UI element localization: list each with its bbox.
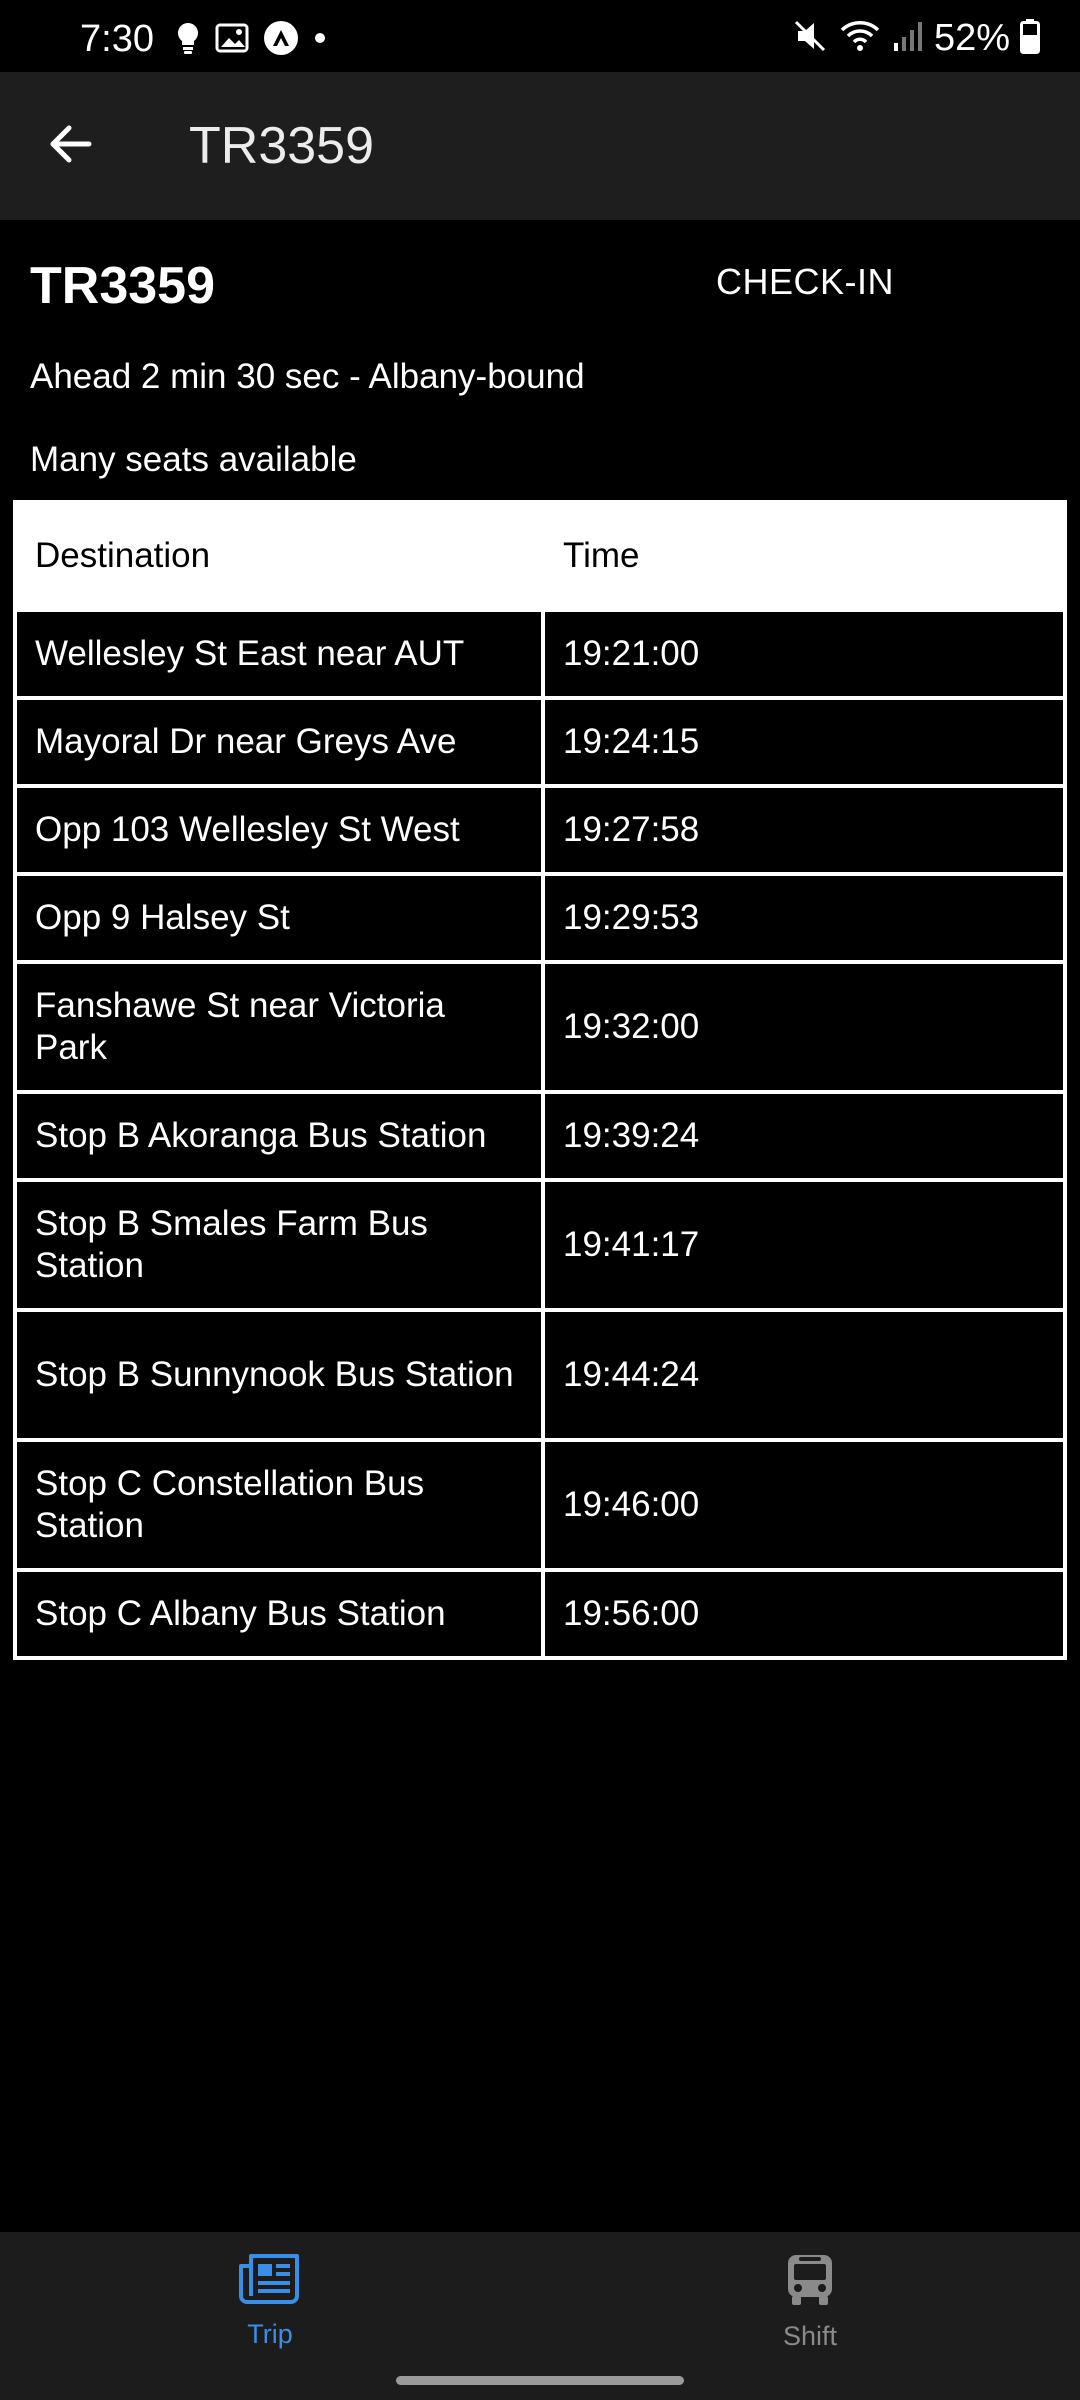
time-cell: 19:39:24 (545, 1094, 1063, 1178)
time-cell: 19:27:58 (545, 788, 1063, 872)
newspaper-icon (239, 2252, 301, 2311)
signal-icon (892, 19, 924, 58)
time-cell: 19:29:53 (545, 876, 1063, 960)
time-cell: 19:56:00 (545, 1572, 1063, 1656)
page-title: TR3359 (189, 117, 374, 175)
bottom-navigation: Trip Shift (0, 2232, 1080, 2400)
back-button[interactable] (36, 112, 104, 180)
table-row[interactable]: Opp 9 Halsey St 19:29:53 (17, 876, 1063, 960)
trip-status-text: Ahead 2 min 30 sec - Albany-bound (30, 357, 585, 396)
battery-icon (1020, 18, 1040, 59)
destination-cell: Stop C Constellation Bus Station (17, 1442, 541, 1568)
table-row[interactable]: Stop C Albany Bus Station 19:56:00 (17, 1572, 1063, 1656)
destination-cell: Wellesley St East near AUT (17, 612, 541, 696)
table-row[interactable]: Wellesley St East near AUT 19:21:00 (17, 612, 1063, 696)
time-cell: 19:21:00 (545, 612, 1063, 696)
occupancy-text: Many seats available (30, 440, 357, 479)
nav-label-trip: Trip (247, 2319, 293, 2349)
table-row[interactable]: Fanshawe St near Victoria Park 19:32:00 (17, 964, 1063, 1090)
table-header-row: Destination Time (17, 504, 1063, 608)
time-cell: 19:24:15 (545, 700, 1063, 784)
trip-id: TR3359 (30, 257, 215, 315)
destination-cell: Mayoral Dr near Greys Ave (17, 700, 541, 784)
time-cell: 19:41:17 (545, 1182, 1063, 1308)
check-in-button[interactable]: CHECK-IN (695, 250, 915, 314)
nav-label-shift: Shift (782, 2321, 838, 2351)
table-row[interactable]: Stop C Constellation Bus Station 19:46:0… (17, 1442, 1063, 1568)
status-notification-icons (175, 20, 327, 60)
table-row[interactable]: Stop B Sunnynook Bus Station 19:44:24 (17, 1312, 1063, 1438)
time-cell: 19:32:00 (545, 964, 1063, 1090)
image-icon (215, 23, 249, 58)
destination-cell: Opp 9 Halsey St (17, 876, 541, 960)
destination-cell: Stop B Sunnynook Bus Station (17, 1312, 541, 1438)
destination-cell: Stop C Albany Bus Station (17, 1572, 541, 1656)
destination-cell: Opp 103 Wellesley St West (17, 788, 541, 872)
status-time: 7:30 (80, 18, 154, 60)
destination-cell: Stop B Akoranga Bus Station (17, 1094, 541, 1178)
table-row[interactable]: Mayoral Dr near Greys Ave 19:24:15 (17, 700, 1063, 784)
stops-table: Destination Time Wellesley St East near … (13, 500, 1067, 1660)
bus-icon (785, 2252, 835, 2313)
column-header-time: Time (545, 504, 1063, 608)
arrow-left-icon (47, 124, 93, 169)
time-cell: 19:44:24 (545, 1312, 1063, 1438)
time-cell: 19:46:00 (545, 1442, 1063, 1568)
destination-cell: Fanshawe St near Victoria Park (17, 964, 541, 1090)
dot-icon (313, 31, 327, 50)
mute-icon (792, 18, 828, 59)
nav-tab-shift[interactable]: Shift (710, 2252, 910, 2372)
home-indicator[interactable] (396, 2376, 684, 2385)
app-bar: TR3359 (0, 72, 1080, 220)
status-system-icons: 52% (792, 16, 1040, 59)
battery-percent: 52% (933, 16, 1010, 59)
status-bar: 7:30 52% (0, 0, 1080, 72)
table-row[interactable]: Stop B Smales Farm Bus Station 19:41:17 (17, 1182, 1063, 1308)
lightbulb-icon (175, 21, 201, 60)
destination-cell: Stop B Smales Farm Bus Station (17, 1182, 541, 1308)
app-notification-icon (263, 20, 299, 61)
table-row[interactable]: Stop B Akoranga Bus Station 19:39:24 (17, 1094, 1063, 1178)
table-row[interactable]: Opp 103 Wellesley St West 19:27:58 (17, 788, 1063, 872)
column-header-destination: Destination (17, 504, 541, 608)
wifi-icon (838, 18, 882, 59)
nav-tab-trip[interactable]: Trip (170, 2252, 370, 2372)
